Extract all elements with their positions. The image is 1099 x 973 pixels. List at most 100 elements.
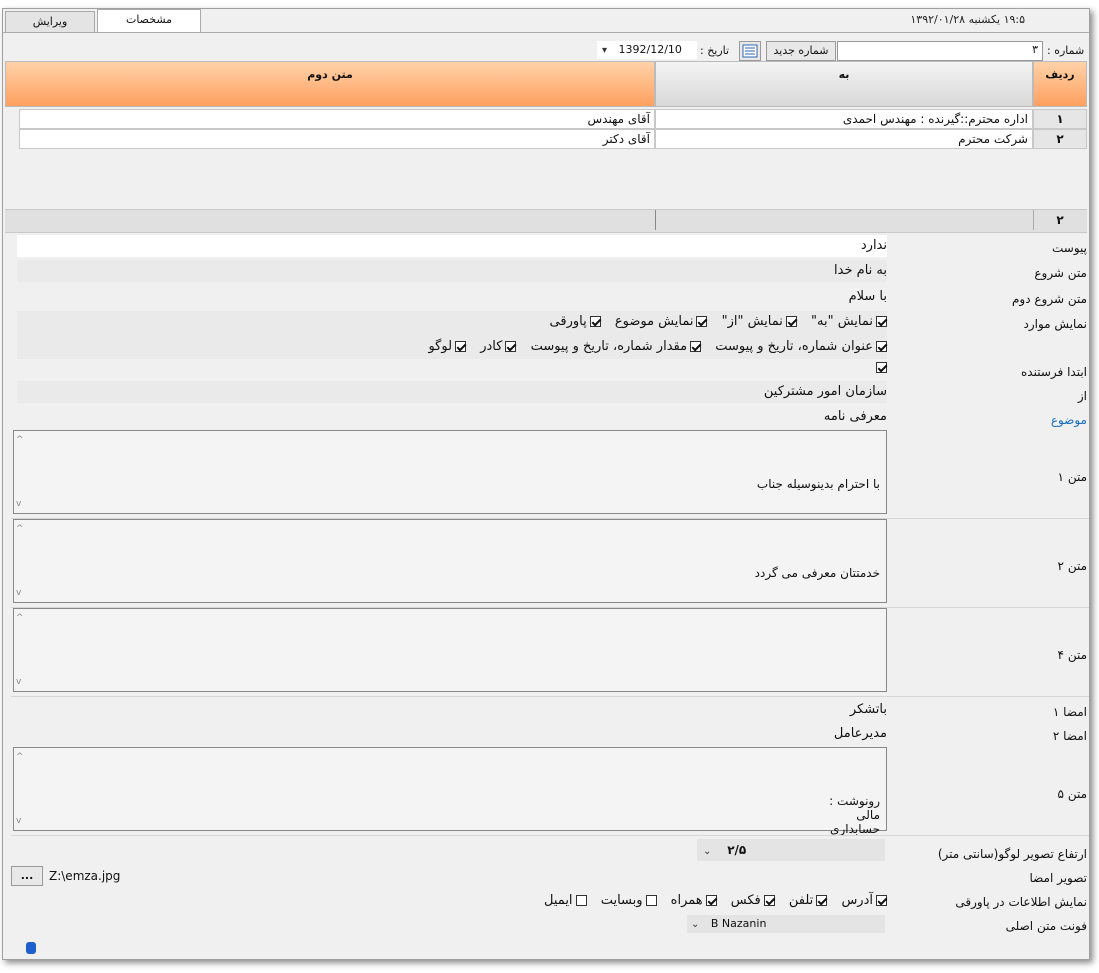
tab-properties[interactable]: مشخصات [97,9,201,32]
checkbox-box [876,362,887,373]
subject-label[interactable]: موضوع [897,413,1087,427]
scroll-up-icon[interactable]: ^ [16,750,24,764]
checkbox-number-title[interactable]: عنوان شماره، تاریخ و پیوست [715,339,887,354]
column-header-matn-dovom[interactable]: متن دوم [5,61,655,107]
checkbox-show-from[interactable]: نمایش "از" [722,314,797,329]
signature1-field[interactable]: باتشکر [17,699,887,721]
table-row[interactable]: ۲ شرکت محترم آقای دکتر [5,129,1087,149]
scroll-up-icon[interactable]: ^ [16,433,24,447]
checkbox-website[interactable]: وبسایت [601,893,657,908]
checkbox-box [763,895,775,906]
footer-info-row: آدرس تلفن فکس همراه وبسایت ایمیل [534,893,887,910]
text1-memo[interactable]: ^ v با احترام بدینوسیله جناب [13,430,887,514]
number-field[interactable]: ۳ [837,41,1043,61]
settings-list-icon [742,44,758,58]
checkbox-show-to[interactable]: نمایش "به" [811,314,887,329]
cell-be[interactable]: شرکت محترم [655,129,1033,149]
signature-image-label: تصویر امضا [1029,871,1087,885]
checkbox-label: کادر [480,339,503,354]
checkbox-label: مقدار شماره، تاریخ و پیوست [530,339,688,354]
table-row[interactable]: ۱ اداره محترم::گیرنده : مهندس احمدی آقای… [5,109,1087,129]
main-font-label: فونت متن اصلی [1005,919,1087,933]
cell-second-text[interactable]: آقای دکتر [19,129,655,149]
column-header-be[interactable]: به [655,61,1033,107]
scroll-down-icon[interactable]: v [16,497,21,511]
start-text-field[interactable]: به نام خدا [17,260,887,282]
checkbox-logo[interactable]: لوگو [428,339,467,354]
signature-image-path[interactable]: Z:\emza.jpg [49,869,120,883]
checkbox-sender-first[interactable] [873,362,887,373]
date-label: تاریخ : [700,44,730,57]
checkbox-address[interactable]: آدرس [841,893,887,908]
checkbox-phone[interactable]: تلفن [789,893,828,908]
signature2-field[interactable]: مدیرعامل [17,723,887,745]
checkbox-show-subject[interactable]: نمایش موضوع [615,314,708,329]
cell-be[interactable]: اداره محترم::گیرنده : مهندس احمدی [655,109,1033,129]
checkbox-box [785,316,797,327]
scroll-down-icon[interactable]: v [16,586,21,600]
scroll-up-icon[interactable]: ^ [16,522,24,536]
checkbox-box [575,895,587,906]
logo-height-label: ارتفاع تصویر لوگو(سانتی متر) [937,847,1087,861]
column-header-radif[interactable]: ردیف [1033,61,1087,107]
separator [11,835,1089,836]
attachment-label: پیوست [1052,241,1087,255]
logo-height-value: ۲/۵ [727,843,747,857]
second-start-text-label: متن شروع دوم [1011,292,1087,306]
checkbox-email[interactable]: ایمیل [544,893,587,908]
footer-info-label: نمایش اطلاعات در پاورقی [955,895,1087,909]
taskbar-icon [26,942,36,954]
browse-button[interactable]: ... [11,866,43,886]
from-label: از [1077,389,1087,403]
date-value: 1392/12/10 [618,43,682,56]
checkbox-fax[interactable]: فکس [731,893,775,908]
nav-divider [655,210,656,230]
text5-label: متن ۵ [1057,787,1087,801]
checkbox-label: عنوان شماره، تاریخ و پیوست [715,339,873,354]
scroll-down-icon[interactable]: v [16,675,21,689]
checkbox-label: ایمیل [544,893,573,908]
checkbox-label: نمایش "به" [811,314,873,329]
signature1-label: امضا ۱ [1052,705,1087,719]
checkbox-mobile[interactable]: همراه [671,893,717,908]
text1-value: با احترام بدینوسیله جناب [756,477,880,491]
checkbox-box [690,341,702,352]
main-font-select[interactable]: ⌄ B Nazanin [687,915,885,933]
checkbox-number-value[interactable]: مقدار شماره، تاریخ و پیوست [531,339,702,354]
checkbox-label: فکس [730,893,761,908]
checkbox-label: همراه [670,893,703,908]
text4-memo[interactable]: ^ v [13,608,887,692]
show-items-row-1: نمایش "به" نمایش "از" نمایش موضوع پاورقی [540,314,887,331]
date-picker[interactable]: ▾ 1392/12/10 [597,41,697,59]
text2-memo[interactable]: ^ v خدمتتان معرفی می گردد [13,519,887,603]
main-font-value: B Nazanin [710,917,767,930]
checkbox-box [589,316,601,327]
signature2-label: امضا ۲ [1052,729,1087,743]
scroll-up-icon[interactable]: ^ [16,611,24,625]
attachment-field[interactable]: ندارد [17,235,887,257]
checkbox-box [455,341,467,352]
record-navigator: ۲ [5,209,1087,233]
tab-edit[interactable]: ویرایش [5,11,95,32]
second-start-text-field[interactable]: با سلام [17,286,887,308]
checkbox-frame[interactable]: کادر [480,339,517,354]
checkbox-box [876,895,887,906]
checkbox-box [876,316,887,327]
sender-first-row [863,362,887,377]
checkbox-footer[interactable]: پاورقی [550,314,601,329]
sender-first-label: ابتدا فرستنده [1021,365,1087,379]
checkbox-label: لوگو [428,339,453,354]
checkbox-box [645,895,657,906]
checkbox-label: آدرس [841,893,873,908]
start-text-label: متن شروع [1034,266,1087,280]
new-number-button[interactable]: شماره جدید [766,41,836,61]
calculator-button[interactable] [739,41,761,61]
scroll-down-icon[interactable]: v [16,814,21,828]
from-field[interactable]: سازمان امور مشترکین [17,381,887,403]
tab-strip: ویرایش مشخصات ۱۹:۵ یکشنبه ۱۳۹۲/۰۱/۲۸ [3,9,1089,33]
subject-field[interactable]: معرفی نامه [17,406,887,428]
text5-memo[interactable]: ^ v رونوشت : مالی حسابداری [13,747,887,836]
logo-height-select[interactable]: ⌄ ۲/۵ [697,839,885,861]
cell-second-text[interactable]: آقای مهندس [19,109,655,129]
tab-divider [3,32,1089,33]
